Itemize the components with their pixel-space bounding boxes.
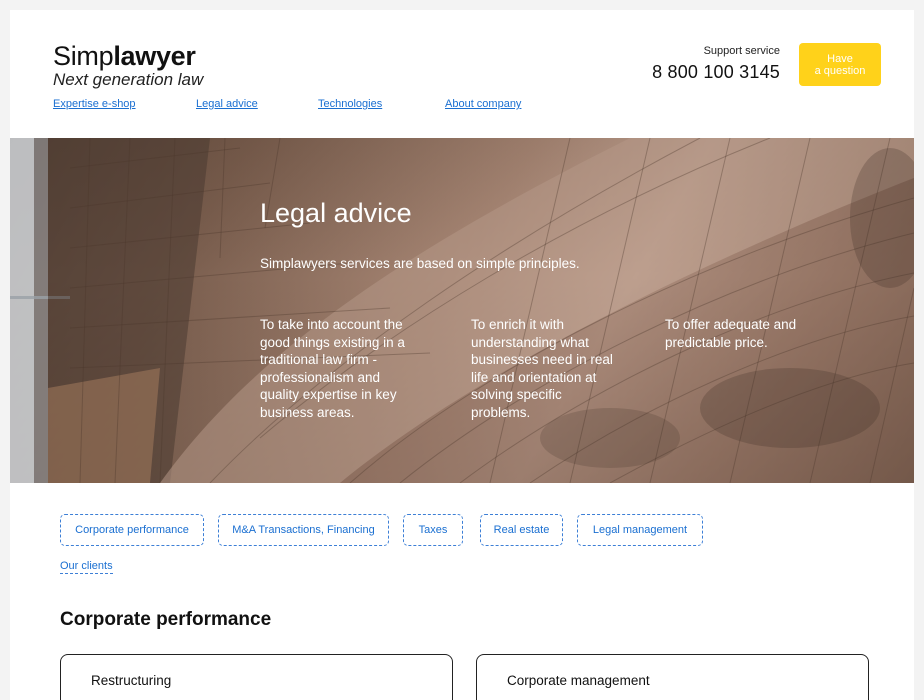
have-a-question-button[interactable]: Have a question	[799, 43, 881, 86]
principle-text: To enrich it with understanding what bus…	[471, 317, 613, 420]
principle-text: To offer adequate and predictable price.	[665, 317, 797, 350]
logo[interactable]: Simplawyer Next generation law	[53, 42, 203, 89]
tab-taxes[interactable]: Taxes	[403, 514, 463, 546]
card-title: Restructuring	[91, 673, 172, 688]
tab-corporate-performance[interactable]: Corporate performance	[60, 514, 204, 546]
nav-link-expertise-eshop[interactable]: Expertise e-shop	[53, 98, 136, 110]
principle-text: To take into account the good things exi…	[260, 317, 405, 420]
logo-prefix: Simp	[53, 41, 114, 71]
nav-link-technologies[interactable]: Technologies	[318, 98, 382, 110]
page: Simplawyer Next generation law Expertise…	[10, 10, 914, 700]
section-title: Corporate performance	[60, 609, 272, 630]
support-block: Support service 8 800 100 3145	[652, 44, 780, 84]
tab-legal-management[interactable]: Legal management	[577, 514, 703, 546]
site-header: Simplawyer Next generation law Expertise…	[10, 10, 914, 138]
hero-content: Legal advice Simplawyers services are ba…	[260, 196, 880, 420]
logo-wordmark: Simplawyer	[53, 42, 203, 70]
card-title: Corporate management	[507, 673, 650, 688]
support-label: Support service	[703, 45, 780, 57]
nav-link-legal-advice[interactable]: Legal advice	[196, 98, 258, 110]
logo-bold: lawyer	[113, 41, 196, 71]
logo-tagline: Next generation law	[53, 70, 204, 89]
support-phone[interactable]: 8 800 100 3145	[652, 60, 780, 84]
ask-button-label: Have a question	[814, 52, 866, 77]
hero-banner: Legal advice Simplawyers services are ba…	[10, 138, 914, 483]
nav-link-about-company[interactable]: About company	[445, 98, 521, 110]
service-card-restructuring[interactable]: Restructuring	[60, 654, 453, 700]
hero-subtitle: Simplawyers services are based on simple…	[260, 256, 580, 271]
tab-ma-transactions-financing[interactable]: M&A Transactions, Financing	[218, 514, 389, 546]
our-clients-link[interactable]: Our clients	[60, 560, 113, 574]
hero-title: Legal advice	[260, 198, 412, 228]
tab-real-estate[interactable]: Real estate	[480, 514, 563, 546]
hero-background-image	[10, 138, 914, 483]
service-card-corporate-management[interactable]: Corporate management	[476, 654, 869, 700]
